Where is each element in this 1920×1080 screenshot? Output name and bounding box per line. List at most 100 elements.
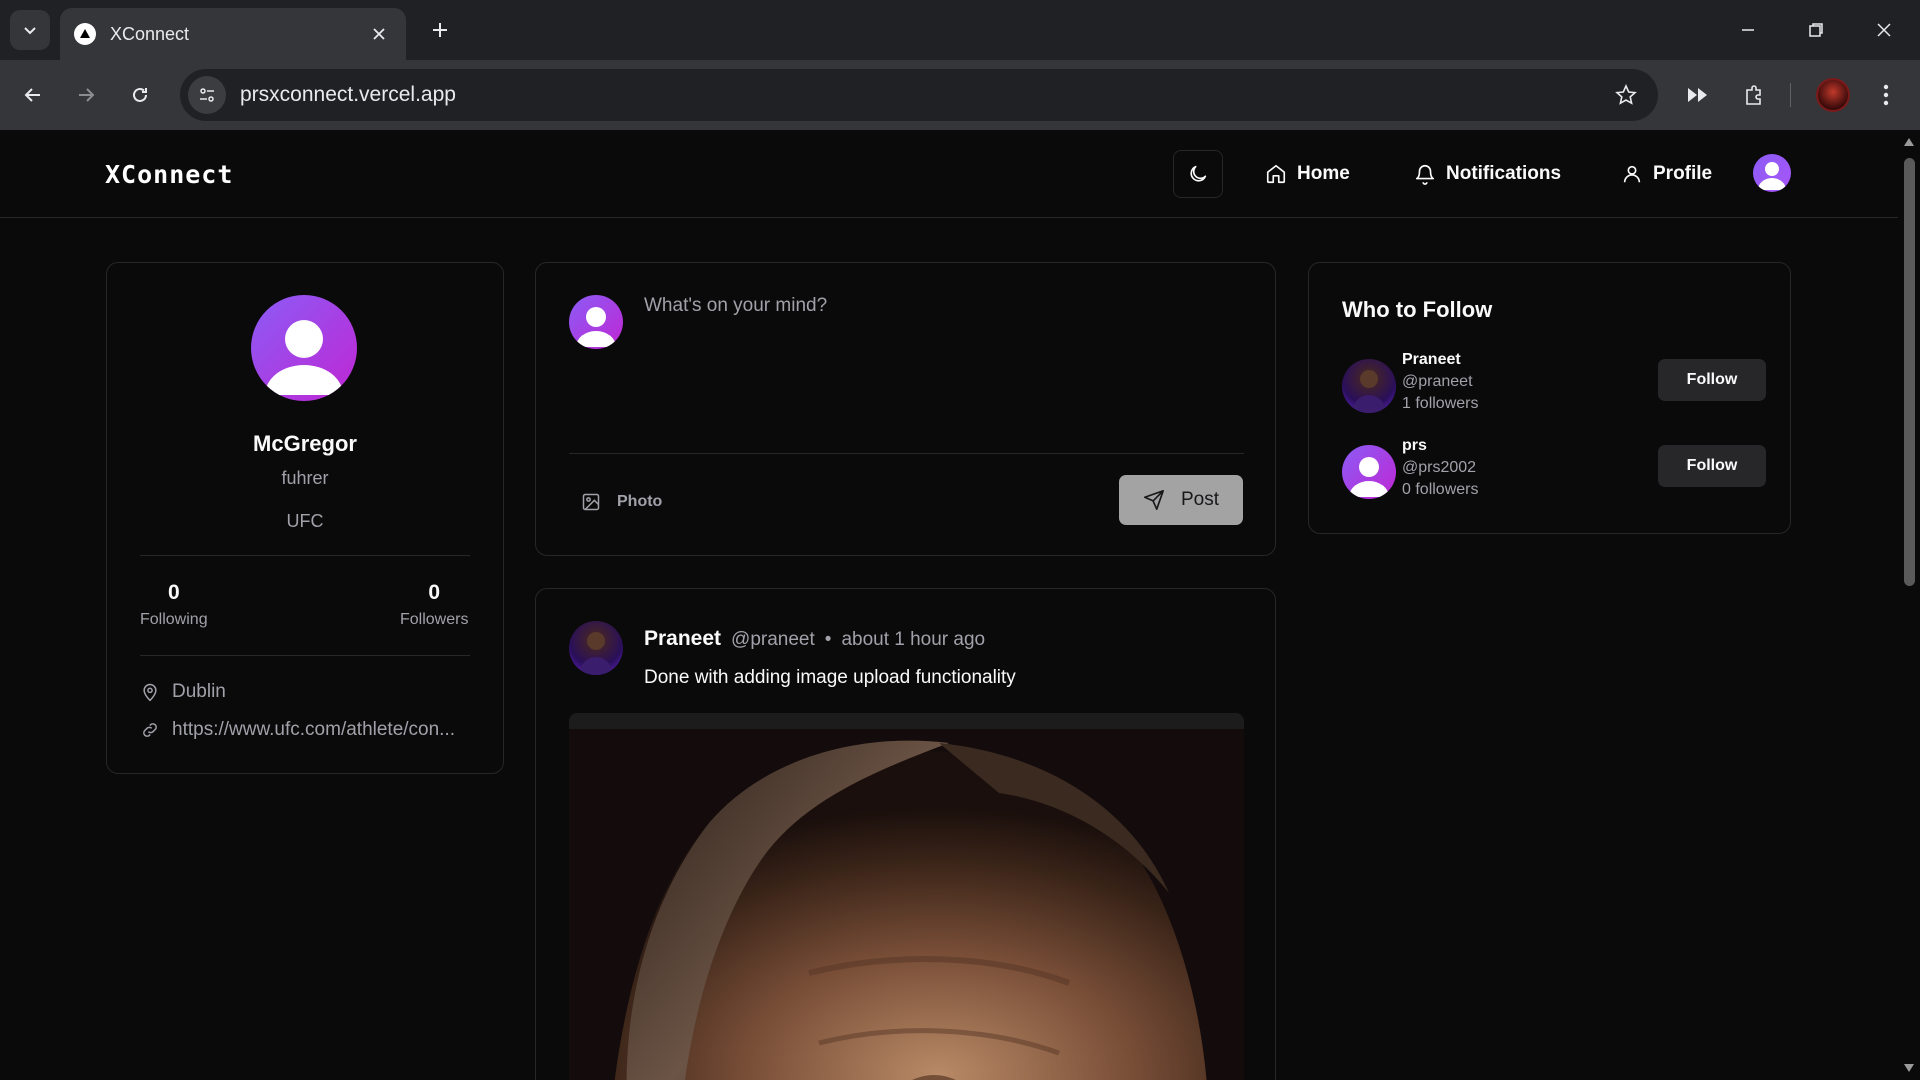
browser-menu-icon[interactable] [1868,77,1904,113]
following-label: Following [140,611,208,628]
arrow-right-icon [79,88,95,102]
post-author-name[interactable]: Praneet [644,627,721,651]
arrow-left-icon [24,88,40,102]
photo-label: Photo [617,493,663,510]
home-icon [1266,164,1286,184]
stats-divider [140,655,470,656]
feed-post: Praneet @praneet • about 1 hour ago Done… [535,588,1276,1080]
nav-notifications-label: Notifications [1446,163,1562,184]
restore-icon [1809,23,1823,37]
new-tab-button[interactable] [424,14,456,46]
site-info-icon[interactable] [188,76,226,114]
bell-icon [1415,165,1435,185]
url-text[interactable]: prsxconnect.vercel.app [240,83,1608,107]
close-icon [1877,23,1891,37]
who-to-follow-card: Who to Follow Praneet @praneet 1 followe… [1308,262,1791,534]
profile-username: fuhrer [281,468,329,488]
user-avatar[interactable] [1753,154,1791,192]
tab-title: XConnect [110,23,190,44]
user-icon [1623,165,1641,183]
suggestion-avatar[interactable] [1342,359,1396,413]
nav-profile-link[interactable]: Profile [1621,154,1712,194]
suggestion-followers: 1 followers [1402,395,1479,412]
moon-icon [1190,165,1207,182]
profile-name[interactable]: McGregor [107,431,503,457]
minimize-button[interactable] [1728,12,1768,48]
scroll-up-arrow-icon[interactable] [1903,136,1915,148]
post-meta: Praneet @praneet • about 1 hour ago [644,627,985,651]
followers-count: 0 [428,581,441,604]
send-icon [1143,490,1164,510]
profile-avatar [251,295,357,401]
post-input[interactable] [644,295,1244,435]
follow-suggestion: prs @prs2002 0 followers Follow [1342,437,1766,501]
post-timestamp: about 1 hour ago [841,629,986,650]
who-to-follow-title: Who to Follow [1342,297,1493,322]
nav-home-link[interactable]: Home [1265,154,1350,194]
image-icon [582,493,600,511]
post-composer: Photo Post [535,262,1276,556]
chevron-down-icon [24,27,36,35]
scrollbar-thumb[interactable] [1904,158,1915,586]
reload-button[interactable] [122,77,158,113]
extensions-puzzle-icon[interactable] [1736,77,1772,113]
bookmark-star-icon[interactable] [1608,77,1644,113]
media-fast-forward-icon[interactable] [1680,77,1716,113]
toolbar-separator [1790,83,1791,107]
post-button-label: Post [1180,489,1220,510]
following-count: 0 [167,581,180,604]
website-link[interactable]: https://www.ufc.com/athlete/con... [172,719,455,741]
vercel-favicon-icon [74,23,96,45]
theme-toggle-button[interactable] [1173,150,1223,198]
minimize-icon [1742,29,1754,31]
suggestion-avatar[interactable] [1342,445,1396,499]
website-row[interactable]: https://www.ufc.com/athlete/con... [140,719,455,741]
page-viewport: XConnect Home Notifications Profile McGr… [0,130,1898,1080]
scroll-down-arrow-icon[interactable] [1903,1062,1915,1074]
composer-avatar [569,295,623,349]
link-icon [143,723,157,737]
suggestion-handle: @praneet [1402,373,1473,390]
followers-label: Followers [400,611,469,628]
tab-close-icon[interactable] [366,21,392,47]
suggestion-name[interactable]: prs [1402,437,1427,455]
add-photo-button[interactable]: Photo [569,481,674,523]
follow-button[interactable]: Follow [1658,445,1766,487]
nav-home-label: Home [1297,163,1350,184]
post-author-handle: @praneet [731,629,815,650]
profile-card: McGregor fuhrer UFC 0 Following 0 Follow… [106,262,504,774]
profile-bio: UFC [286,511,324,531]
forward-button[interactable] [68,77,104,113]
app-header: XConnect Home Notifications Profile [0,130,1898,218]
nav-notifications-link[interactable]: Notifications [1414,154,1561,194]
suggestion-name[interactable]: Praneet [1402,351,1461,369]
tab-search-button[interactable] [10,10,50,50]
suggestion-followers: 0 followers [1402,481,1479,498]
back-button[interactable] [15,77,51,113]
reload-icon [133,87,147,102]
browser-toolbar: prsxconnect.vercel.app [0,60,1920,130]
follow-suggestion: Praneet @praneet 1 followers Follow [1342,351,1766,415]
browser-profile-avatar[interactable] [1816,78,1850,112]
post-image[interactable] [569,713,1244,1080]
suggestion-handle: @prs2002 [1402,459,1477,476]
nav-profile-label: Profile [1653,163,1713,184]
submit-post-button[interactable]: Post [1119,475,1243,525]
composer-divider [569,453,1244,454]
brand-logo[interactable]: XConnect [105,160,233,189]
page-scrollbar[interactable] [1898,130,1920,1080]
close-window-button[interactable] [1864,12,1904,48]
restore-button[interactable] [1796,12,1836,48]
location-text: Dublin [172,681,226,702]
map-pin-icon [143,683,157,702]
address-bar[interactable]: prsxconnect.vercel.app [180,69,1658,121]
followers-stat: 0 Followers [400,581,468,629]
following-stat: 0 Following [140,581,208,629]
location-row: Dublin [140,681,226,703]
post-author-avatar[interactable] [569,621,623,675]
profile-divider [140,555,470,556]
follow-button[interactable]: Follow [1658,359,1766,401]
plus-icon [433,23,447,37]
browser-tab[interactable]: XConnect [60,8,406,60]
browser-tabstrip: XConnect [0,0,1920,60]
